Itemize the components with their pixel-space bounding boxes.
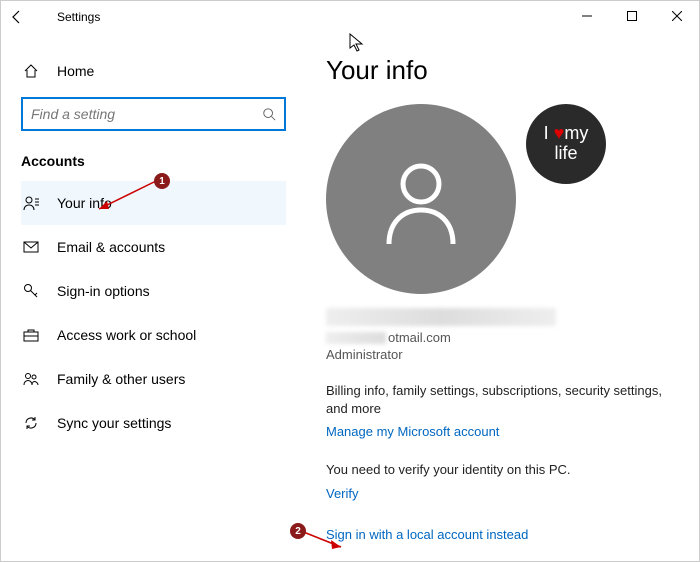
avatar-secondary[interactable]: I ♥my life (526, 104, 606, 184)
maximize-button[interactable] (609, 1, 654, 31)
minimize-button[interactable] (564, 1, 609, 31)
sidebar-item-email-accounts[interactable]: Email & accounts (21, 225, 286, 269)
avatar-main (326, 104, 516, 294)
sidebar-home-label: Home (57, 63, 94, 79)
annotation-badge-1: 1 (154, 173, 170, 189)
sidebar-item-sync-settings[interactable]: Sync your settings (21, 401, 286, 445)
local-account-link[interactable]: Sign in with a local account instead (326, 527, 528, 542)
sidebar-item-signin-options[interactable]: Sign-in options (21, 269, 286, 313)
account-email: otmail.com (326, 330, 669, 345)
sidebar-section-header: Accounts (21, 153, 286, 169)
verify-link[interactable]: Verify (326, 486, 359, 501)
sidebar-item-label: Family & other users (57, 371, 185, 387)
email-redacted (326, 332, 386, 344)
annotation-arrow-1 (91, 179, 161, 219)
briefcase-icon (21, 327, 41, 343)
close-button[interactable] (654, 1, 699, 31)
annotation-arrow-2 (299, 529, 349, 554)
manage-account-link[interactable]: Manage my Microsoft account (326, 424, 499, 439)
sidebar-item-label: Sign-in options (57, 283, 150, 299)
content-pane: Your info I ♥my life otmail.com Administ… (306, 33, 699, 561)
search-icon (262, 107, 276, 121)
sidebar: Home Accounts Your info Email & accounts (1, 33, 306, 561)
username-redacted (326, 308, 556, 326)
heart-icon: ♥ (554, 123, 565, 143)
sidebar-item-family-users[interactable]: Family & other users (21, 357, 286, 401)
mouse-cursor-icon (349, 33, 365, 53)
verify-description: You need to verify your identity on this… (326, 461, 669, 479)
billing-description: Billing info, family settings, subscript… (326, 382, 669, 418)
back-button[interactable] (9, 9, 33, 25)
account-role: Administrator (326, 347, 669, 362)
sidebar-item-label: Email & accounts (57, 239, 165, 255)
person-icon (21, 195, 41, 211)
search-input-wrapper[interactable] (21, 97, 286, 131)
avatar-secondary-text: I ♥my (544, 123, 589, 143)
avatar-secondary-text2: life (554, 143, 577, 163)
window-title: Settings (57, 10, 100, 24)
person-placeholder-icon (371, 149, 471, 249)
search-input[interactable] (31, 106, 262, 122)
annotation-badge-2: 2 (290, 523, 306, 539)
sidebar-item-label: Access work or school (57, 327, 196, 343)
key-icon (21, 283, 41, 299)
sidebar-item-access-work-school[interactable]: Access work or school (21, 313, 286, 357)
home-icon (21, 63, 41, 79)
mail-icon (21, 239, 41, 255)
page-title: Your info (326, 55, 669, 86)
people-icon (21, 371, 41, 387)
sync-icon (21, 415, 41, 431)
sidebar-home[interactable]: Home (21, 51, 286, 91)
sidebar-item-label: Sync your settings (57, 415, 171, 431)
